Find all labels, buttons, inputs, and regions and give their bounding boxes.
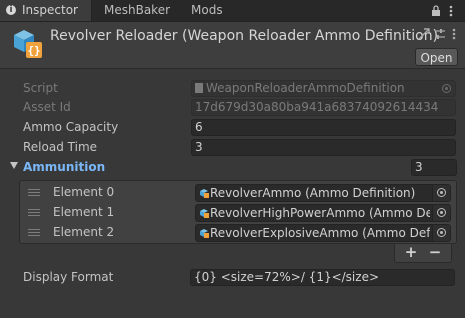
scriptable-object-icon: [200, 189, 209, 198]
info-icon: i: [6, 5, 16, 15]
element-label: Element 1: [53, 205, 115, 219]
script-value: WeaponReloaderAmmoDefinition: [206, 81, 405, 95]
drag-handle-icon[interactable]: [28, 189, 40, 196]
kebab-menu-icon[interactable]: [449, 0, 453, 21]
tab-meshbaker[interactable]: MeshBaker: [104, 0, 174, 21]
drag-handle-icon[interactable]: [28, 209, 40, 216]
asset-id-row: Asset Id 17d679d30a80ba941a6837409261443…: [0, 98, 465, 118]
display-format-input[interactable]: {0} <size=72%>/ {1}</size>: [190, 269, 455, 286]
remove-element-button[interactable]: −: [424, 244, 446, 261]
preset-icon[interactable]: [418, 28, 430, 44]
drag-handle-icon[interactable]: [28, 229, 40, 236]
tab-label: Inspector: [22, 3, 78, 17]
display-format-label: Display Format: [23, 270, 114, 284]
tab-mods[interactable]: Mods: [191, 0, 231, 21]
object-field-value: RevolverHighPowerAmmo (Ammo Definition): [210, 206, 430, 220]
list-item: Element 0 RevolverAmmo (Ammo Definition): [20, 183, 456, 203]
kebab-menu-icon[interactable]: [452, 28, 456, 44]
object-picker-icon[interactable]: [432, 205, 450, 221]
object-picker-icon[interactable]: [432, 225, 450, 241]
list-item: Element 2 RevolverExplosiveAmmo (Ammo De…: [20, 223, 456, 243]
script-row: Script WeaponReloaderAmmoDefinition: [0, 79, 465, 99]
svg-text:{}: {}: [27, 44, 40, 57]
object-field[interactable]: RevolverAmmo (Ammo Definition): [195, 184, 451, 202]
object-picker-icon: [442, 84, 451, 93]
object-picker-icon[interactable]: [432, 185, 450, 201]
scriptable-object-icon: [200, 229, 209, 238]
ammunition-header[interactable]: Ammunition 3: [0, 158, 465, 178]
open-button[interactable]: Open: [415, 48, 458, 66]
tab-inspector[interactable]: i Inspector: [0, 0, 92, 21]
ammunition-label[interactable]: Ammunition: [23, 160, 105, 174]
reload-time-input[interactable]: 3: [191, 139, 456, 156]
scriptable-object-icon: {}: [11, 28, 43, 60]
foldout-arrow-icon[interactable]: [10, 162, 18, 169]
settings-sliders-icon[interactable]: [434, 28, 446, 44]
element-label: Element 2: [53, 225, 115, 239]
list-footer: + −: [394, 244, 452, 263]
display-format-row: Display Format {0} <size=72%>/ {1}</size…: [0, 268, 465, 288]
ammo-capacity-input[interactable]: 6: [191, 119, 456, 136]
tab-bar: i Inspector MeshBaker Mods: [0, 0, 465, 22]
ammunition-list: Element 0 RevolverAmmo (Ammo Definition)…: [19, 180, 457, 244]
asset-id-label: Asset Id: [23, 100, 71, 114]
asset-id-field: 17d679d30a80ba941a68374092614434: [191, 99, 456, 116]
scriptable-object-icon: [200, 209, 209, 218]
inspector-header: {} Revolver Reloader (Weapon Reloader Am…: [0, 22, 465, 69]
ammo-capacity-label: Ammo Capacity: [23, 120, 119, 134]
script-label: Script: [23, 81, 58, 95]
reload-time-row: Reload Time 3: [0, 138, 465, 158]
reload-time-label: Reload Time: [23, 140, 98, 154]
tab-label: Mods: [191, 3, 223, 17]
ammunition-size-input[interactable]: 3: [411, 159, 457, 176]
list-item: Element 1 RevolverHighPowerAmmo (Ammo De…: [20, 203, 456, 223]
script-field: WeaponReloaderAmmoDefinition: [191, 80, 456, 97]
ammo-capacity-row: Ammo Capacity 6: [0, 118, 465, 138]
object-field[interactable]: RevolverExplosiveAmmo (Ammo Definition): [195, 224, 451, 242]
element-label: Element 0: [53, 185, 115, 199]
script-file-icon: [195, 83, 203, 93]
page-title: Revolver Reloader (Weapon Reloader Ammo …: [50, 28, 439, 44]
object-field-value: RevolverAmmo (Ammo Definition): [210, 186, 416, 200]
object-field-value: RevolverExplosiveAmmo (Ammo Definition): [210, 226, 430, 240]
lock-icon[interactable]: [431, 0, 441, 21]
add-element-button[interactable]: +: [400, 244, 422, 261]
object-field[interactable]: RevolverHighPowerAmmo (Ammo Definition): [195, 204, 451, 222]
tab-label: MeshBaker: [104, 3, 171, 17]
